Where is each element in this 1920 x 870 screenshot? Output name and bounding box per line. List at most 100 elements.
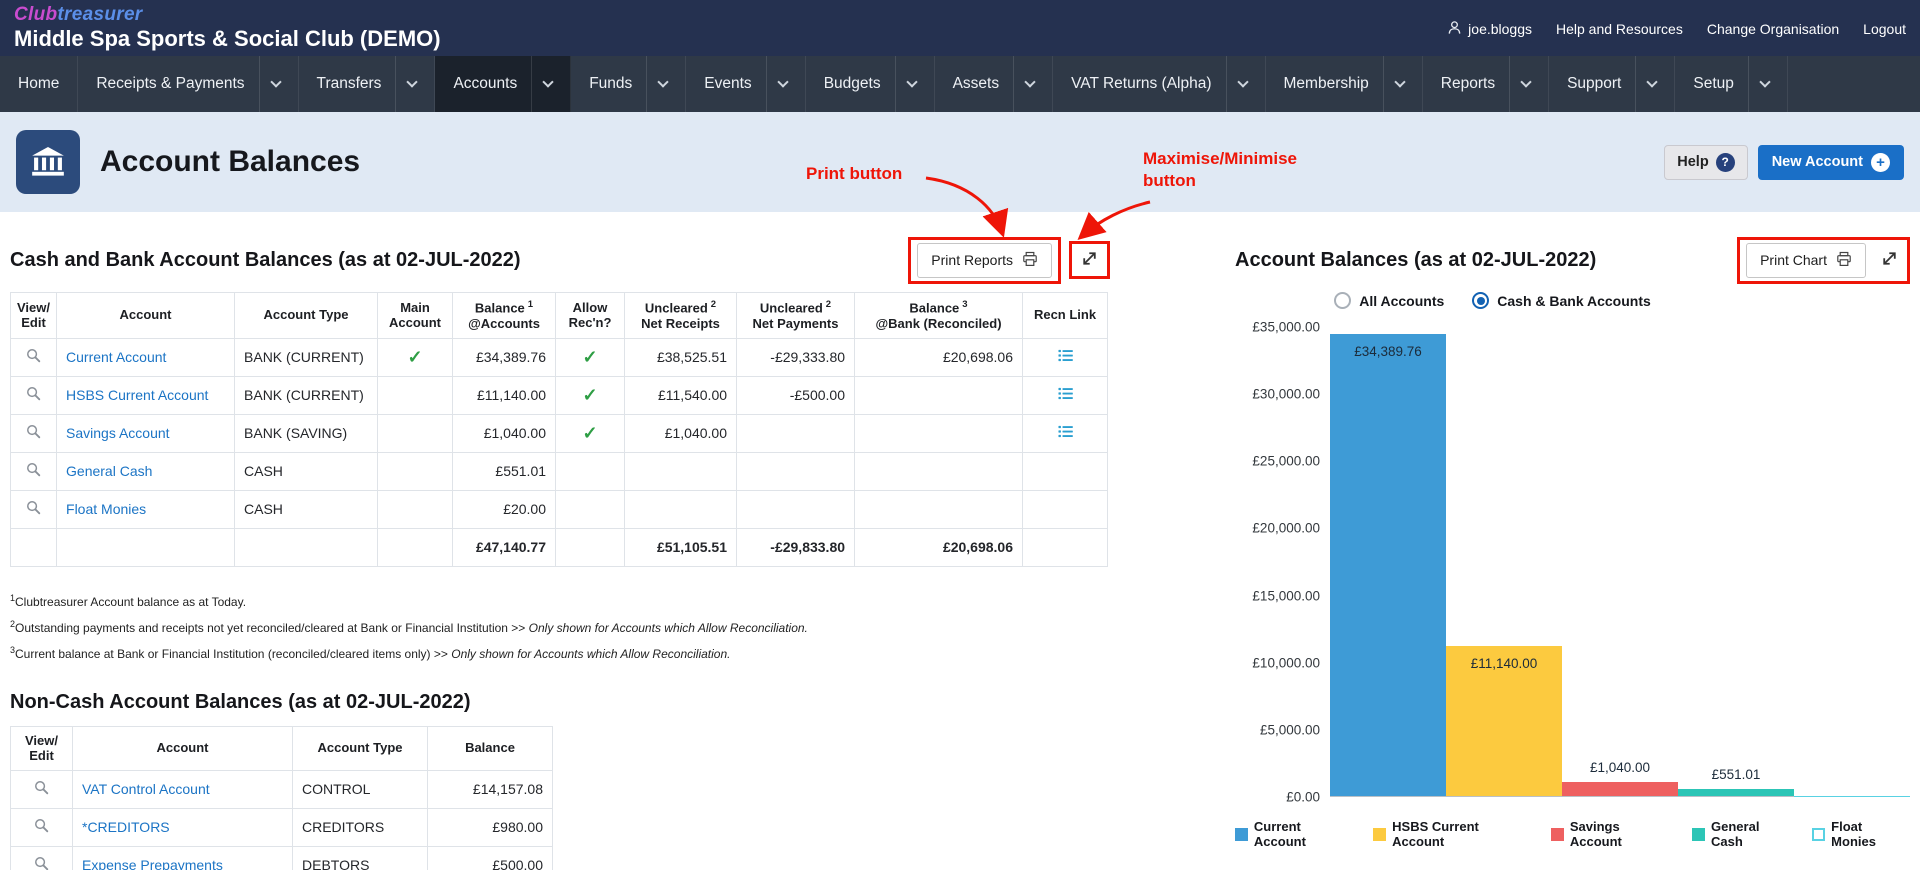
nav-item-receipts-payments[interactable]: Receipts & Payments xyxy=(78,56,299,112)
account-link[interactable]: VAT Control Account xyxy=(82,781,210,797)
noncash-table-header-row: View/Edit Account Account Type Balance xyxy=(10,725,553,771)
account-link[interactable]: HSBS Current Account xyxy=(66,387,208,403)
noncash-table-row: Expense Prepayments DEBTORS £500.00 xyxy=(10,845,553,870)
recn-link-button[interactable] xyxy=(1055,384,1076,406)
nav-item-vat-returns-alpha[interactable]: VAT Returns (Alpha) xyxy=(1053,56,1266,112)
nav-item-budgets[interactable]: Budgets xyxy=(806,56,935,112)
bar-value-label: £551.01 xyxy=(1711,766,1761,782)
balance-bank-cell xyxy=(854,413,1024,453)
balance-bank-cell xyxy=(854,375,1024,415)
legend-item-float-monies: Float Monies xyxy=(1812,819,1910,849)
nav-item-setup[interactable]: Setup xyxy=(1675,56,1788,112)
account-link[interactable]: Float Monies xyxy=(66,501,146,517)
maximise-chart-button[interactable] xyxy=(1878,247,1901,273)
account-link[interactable]: Savings Account xyxy=(66,425,170,441)
col-header-allow-rec-n: Allow Rec'n? xyxy=(555,292,626,339)
nav-item-funds[interactable]: Funds xyxy=(571,56,687,112)
header-link-change-organisation[interactable]: Change Organisation xyxy=(1707,21,1839,37)
account-link[interactable]: Current Account xyxy=(66,349,166,365)
nav-item-transfers[interactable]: Transfers xyxy=(299,56,436,112)
nav-item-dropdown-toggle xyxy=(531,56,554,112)
view-edit-button[interactable] xyxy=(31,778,52,800)
main-nav: Home Receipts & Payments Transfers Accounts… xyxy=(0,56,1920,112)
view-edit-button[interactable] xyxy=(31,816,52,838)
printer-icon xyxy=(1836,251,1852,270)
user-menu[interactable]: joe.bloggs xyxy=(1447,20,1532,38)
nav-item-support[interactable]: Support xyxy=(1549,56,1676,112)
main-account-cell xyxy=(377,451,454,491)
balance-bank-cell xyxy=(854,489,1024,529)
view-edit-button[interactable] xyxy=(23,422,44,444)
account-type-cell: CREDITORS xyxy=(292,807,428,847)
allow-recn-cell: ✓ xyxy=(555,337,626,377)
col-header-balance-bank-reconciled: Balance 3 @Bank (Reconciled) xyxy=(854,292,1024,339)
uncleared-receipts-cell: £11,540.00 xyxy=(624,375,738,415)
view-edit-button[interactable] xyxy=(23,498,44,520)
uncleared-payments-cell xyxy=(736,489,856,529)
top-header: Clubtreasurer Middle Spa Sports & Social… xyxy=(0,0,1920,56)
nav-item-home[interactable]: Home xyxy=(0,56,79,112)
balance-accounts-cell: £1,040.00 xyxy=(452,413,557,453)
magnifier-icon xyxy=(26,386,41,404)
account-link[interactable]: General Cash xyxy=(66,463,152,479)
recn-list-icon xyxy=(1057,386,1073,404)
nav-item-membership[interactable]: Membership xyxy=(1266,56,1423,112)
nav-item-events[interactable]: Events xyxy=(686,56,806,112)
header-link-help-and-resources[interactable]: Help and Resources xyxy=(1556,21,1683,37)
chevron-down-icon xyxy=(1024,76,1036,88)
annotation-maximise-label: Maximise/Minimise button xyxy=(1143,149,1298,191)
chevron-down-icon xyxy=(657,76,669,88)
view-edit-button[interactable] xyxy=(23,346,44,368)
nav-item-assets[interactable]: Assets xyxy=(935,56,1054,112)
radio-all-accounts[interactable]: All Accounts xyxy=(1334,292,1444,309)
legend-item-current-account: Current Account xyxy=(1235,819,1355,849)
legend-label: Savings Account xyxy=(1569,819,1622,849)
magnifier-icon xyxy=(34,856,49,870)
total-uncleared-payments: -£29,833.80 xyxy=(736,527,856,567)
nav-item-accounts[interactable]: Accounts xyxy=(435,56,572,112)
balance-bank-cell xyxy=(854,451,1024,491)
account-cell: General Cash xyxy=(56,451,236,491)
uncleared-payments-cell xyxy=(736,413,856,453)
recn-link-button[interactable] xyxy=(1055,422,1076,444)
account-cell: HSBS Current Account xyxy=(56,375,236,415)
cash-section-title: Cash and Bank Account Balances (as at 02… xyxy=(10,248,521,271)
help-button[interactable]: Help ? xyxy=(1664,144,1748,180)
uncleared-receipts-cell: £38,525.51 xyxy=(624,337,738,377)
chart-bar-group: £1,040.00 xyxy=(1562,327,1678,796)
balance-cell: £980.00 xyxy=(427,807,553,847)
uncleared-receipts-cell: £1,040.00 xyxy=(624,413,738,453)
allow-recn-cell: ✓ xyxy=(555,375,626,415)
account-type-cell: BANK (CURRENT) xyxy=(234,337,379,377)
account-link[interactable]: Expense Prepayments xyxy=(82,857,223,870)
print-chart-button[interactable]: Print Chart xyxy=(1746,242,1866,278)
y-axis-tick-label: £20,000.00 xyxy=(1252,520,1320,536)
main-account-cell: ✓ xyxy=(377,337,454,377)
magnifier-icon xyxy=(26,348,41,366)
view-edit-button[interactable] xyxy=(23,384,44,406)
main-account-cell xyxy=(377,375,454,415)
y-axis-tick-label: £30,000.00 xyxy=(1252,386,1320,402)
chart-bar-group: £551.01 xyxy=(1678,327,1794,796)
chevron-down-icon xyxy=(269,76,282,88)
table-footnote: 3Current balance at Bank or Financial In… xyxy=(10,644,731,661)
y-axis-tick-label: £35,000.00 xyxy=(1252,319,1320,335)
maximise-table-button[interactable] xyxy=(1078,247,1101,273)
view-edit-button[interactable] xyxy=(31,854,52,870)
radio-cash-bank-accounts[interactable]: Cash & Bank Accounts xyxy=(1472,292,1651,309)
nav-item-reports[interactable]: Reports xyxy=(1423,56,1550,112)
account-link[interactable]: *CREDITORS xyxy=(82,819,170,835)
magnifier-icon xyxy=(34,818,49,836)
nav-item-label: Receipts & Payments xyxy=(96,75,245,92)
view-edit-button[interactable] xyxy=(23,460,44,482)
cash-bank-table: View/Edit Account Account Type Main Account B… xyxy=(9,292,1109,567)
chart-bar-group: £34,389.76 xyxy=(1330,327,1446,796)
balance-cell: £500.00 xyxy=(427,845,553,870)
recn-link-button[interactable] xyxy=(1055,346,1076,368)
chevron-down-icon xyxy=(1759,76,1771,88)
new-account-button[interactable]: New Account + xyxy=(1757,144,1904,180)
recn-link-cell xyxy=(1022,413,1109,453)
header-link-logout[interactable]: Logout xyxy=(1863,21,1906,37)
chart-filter-radios: All Accounts Cash & Bank Accounts xyxy=(1235,292,1910,309)
account-balances-chart: £0.00 £5,000.00 £10,000.00 £15,000.00 £20,00… xyxy=(1235,320,1910,805)
